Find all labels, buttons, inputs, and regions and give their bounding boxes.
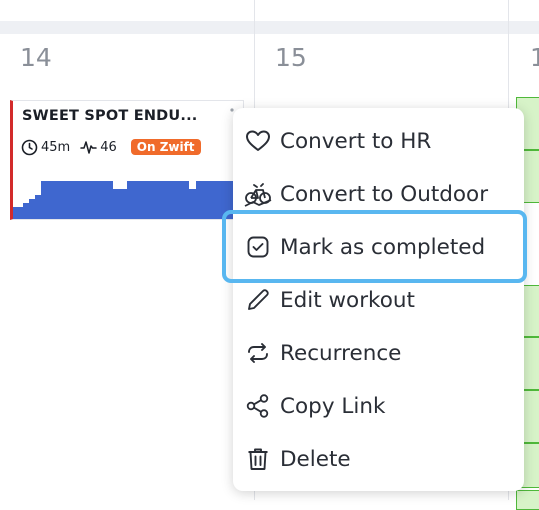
pencil-icon	[244, 286, 272, 314]
day-number-14: 14	[20, 43, 52, 72]
outdoor-bike-icon	[244, 180, 272, 208]
on-zwift-badge: On Zwift	[130, 139, 201, 155]
workout-intensity-chart	[13, 181, 243, 219]
menu-item-delete[interactable]: Delete	[233, 433, 524, 485]
menu-item-copy-link[interactable]: Copy Link	[233, 380, 524, 432]
workout-duration: 45m	[41, 139, 71, 155]
day-number-15: 15	[275, 43, 307, 72]
menu-item-convert-to-hr[interactable]: Convert to HR	[233, 115, 524, 167]
menu-item-label: Convert to HR	[280, 128, 432, 154]
calendar-previous-week-row	[0, 0, 539, 22]
menu-item-label: Edit workout	[280, 287, 415, 313]
menu-item-label: Delete	[280, 446, 351, 472]
heart-icon	[244, 127, 272, 155]
menu-item-label: Copy Link	[280, 393, 386, 419]
workout-title: SWEET SPOT ENDU...	[22, 108, 198, 124]
repeat-icon	[244, 339, 272, 367]
activity-pulse-icon	[80, 140, 97, 154]
workout-load: 46	[100, 139, 117, 155]
menu-item-label: Recurrence	[280, 340, 402, 366]
workout-context-menu: Convert to HR Convert to Outdoor Mark as…	[233, 108, 524, 491]
clock-icon	[21, 139, 38, 155]
trash-icon	[244, 445, 272, 473]
week-separator	[0, 21, 539, 34]
menu-item-label: Convert to Outdoor	[280, 181, 489, 207]
menu-item-recurrence[interactable]: Recurrence	[233, 327, 524, 379]
workout-card[interactable]: SWEET SPOT ENDU... 45m 46 On Zwift	[10, 100, 244, 220]
selection-highlight	[222, 210, 527, 283]
more-options-icon[interactable]	[229, 108, 235, 122]
workout-meta: 45m 46 On Zwift	[21, 138, 201, 156]
workout-chip[interactable]	[516, 490, 539, 510]
day-number-16: 1	[530, 43, 539, 72]
share-icon	[244, 392, 272, 420]
